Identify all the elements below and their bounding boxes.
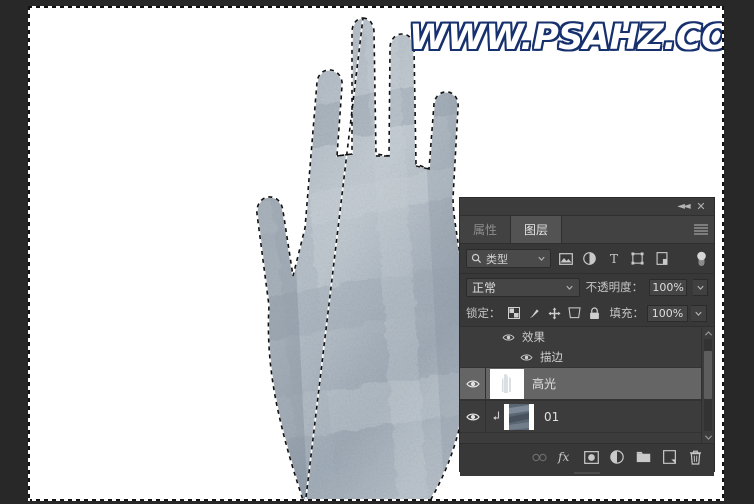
chevron-down-icon — [696, 285, 704, 290]
search-icon — [471, 253, 482, 264]
clipping-mask-icon — [490, 411, 502, 422]
layer-name-01: 01 — [544, 409, 560, 424]
layers-list[interactable]: 效果 描边 高光 01 — [460, 326, 714, 443]
selection-border-right — [722, 6, 724, 501]
opacity-stepper[interactable] — [693, 278, 708, 296]
panel-tabbar: 属性 图层 — [460, 216, 714, 244]
layers-scrollbar[interactable] — [701, 327, 714, 443]
tab-properties-label: 属性 — [473, 223, 498, 237]
shape-layer-filter-icon[interactable] — [628, 249, 647, 268]
layer-effects-row[interactable]: 效果 — [460, 327, 714, 347]
chevron-down-icon — [538, 256, 545, 261]
selection-border-left — [28, 6, 30, 501]
lock-position-icon[interactable] — [546, 305, 563, 322]
layer-style-button[interactable]: fx — [553, 445, 577, 469]
trash-icon — [689, 450, 701, 465]
scrollbar-thumb[interactable] — [704, 351, 712, 399]
panel-resize-grip[interactable] — [460, 470, 714, 476]
watermark-label: WWW.PSAHZ.COM — [408, 17, 724, 60]
new-layer-icon — [662, 450, 676, 464]
collapse-icon[interactable]: ◄◄ — [676, 200, 690, 213]
svg-text:fx: fx — [557, 450, 569, 464]
blend-mode-value: 正常 — [472, 280, 497, 295]
lock-row: 锁定： 填充： 100% — [460, 300, 714, 326]
panel-titlebar: ◄◄ ✕ — [460, 198, 714, 216]
new-group-button[interactable] — [631, 445, 655, 469]
opacity-label: 不透明度： — [585, 280, 644, 294]
add-layer-mask-button[interactable] — [579, 445, 603, 469]
eye-icon[interactable] — [460, 401, 486, 432]
half-circle-icon — [610, 450, 624, 464]
highlight-layer-thumbnail[interactable] — [492, 370, 522, 397]
chevron-down-icon[interactable] — [702, 431, 714, 443]
layer-row-highlight[interactable]: 高光 — [460, 367, 714, 400]
fill-input[interactable]: 100% — [647, 304, 688, 322]
opacity-input[interactable]: 100% — [649, 278, 688, 296]
smart-object-filter-icon[interactable] — [652, 249, 671, 268]
chevron-up-icon[interactable] — [702, 327, 714, 339]
link-icon — [531, 453, 547, 461]
stroke-effect-label: 描边 — [540, 350, 563, 364]
watermark-text: WWW.PSAHZ.COM — [408, 17, 724, 60]
eye-icon[interactable] — [520, 353, 533, 362]
filter-type-select[interactable]: 类型 — [466, 249, 551, 268]
new-layer-button[interactable] — [657, 445, 681, 469]
eye-icon[interactable] — [460, 368, 486, 399]
effects-label: 效果 — [522, 330, 545, 344]
chevron-down-icon — [566, 285, 573, 290]
photoshop-workspace: WWW.PSAHZ.COM ◄◄ ✕ 属性 图层 — [0, 0, 754, 504]
layer-name-highlight: 高光 — [532, 377, 557, 391]
mask-icon — [583, 450, 599, 464]
lock-artboard-nesting-icon[interactable] — [566, 305, 583, 322]
texture-layer-thumbnail[interactable] — [504, 403, 534, 430]
layers-panel: ◄◄ ✕ 属性 图层 类型 T 正常 不透明度： 100% 锁定： 填充： 10… — [460, 198, 714, 476]
lock-image-pixels-icon[interactable] — [526, 305, 543, 322]
close-icon[interactable]: ✕ — [694, 200, 708, 213]
chevron-down-icon — [695, 311, 702, 316]
layer-filter-row: 类型 T — [460, 244, 714, 274]
blend-mode-select[interactable]: 正常 — [466, 277, 580, 297]
filter-type-label: 类型 — [486, 252, 508, 266]
hamburger-menu-icon[interactable] — [694, 224, 708, 235]
lock-transparent-pixels-icon[interactable] — [506, 305, 523, 322]
fx-icon: fx — [557, 450, 569, 464]
fill-label: 填充： — [609, 306, 645, 320]
link-layers-button[interactable] — [527, 445, 551, 469]
eye-icon[interactable] — [502, 333, 515, 342]
tab-layers-label: 图层 — [524, 223, 549, 237]
layer-row-01[interactable]: 01 — [460, 400, 714, 433]
layers-panel-footer: fx — [460, 443, 714, 470]
blend-mode-row: 正常 不透明度： 100% — [460, 274, 714, 300]
pixel-layer-filter-icon[interactable] — [556, 249, 575, 268]
tab-layers[interactable]: 图层 — [511, 216, 563, 243]
svg-text:T: T — [609, 252, 617, 265]
adjustment-layer-filter-icon[interactable] — [580, 249, 599, 268]
layer-effect-stroke-row[interactable]: 描边 — [460, 347, 714, 367]
type-layer-filter-icon[interactable]: T — [604, 249, 623, 268]
fill-stepper[interactable] — [691, 304, 707, 322]
folder-icon — [636, 451, 650, 463]
delete-layer-button[interactable] — [683, 445, 707, 469]
lock-label: 锁定： — [466, 306, 501, 320]
tab-properties[interactable]: 属性 — [460, 216, 512, 243]
panel-body: 类型 T 正常 不透明度： 100% 锁定： 填充： 100% 效果 描边 高光… — [460, 244, 714, 476]
filter-toggle-icon[interactable] — [695, 250, 708, 267]
lock-all-icon[interactable] — [586, 305, 603, 322]
new-fill-adjustment-button[interactable] — [605, 445, 629, 469]
